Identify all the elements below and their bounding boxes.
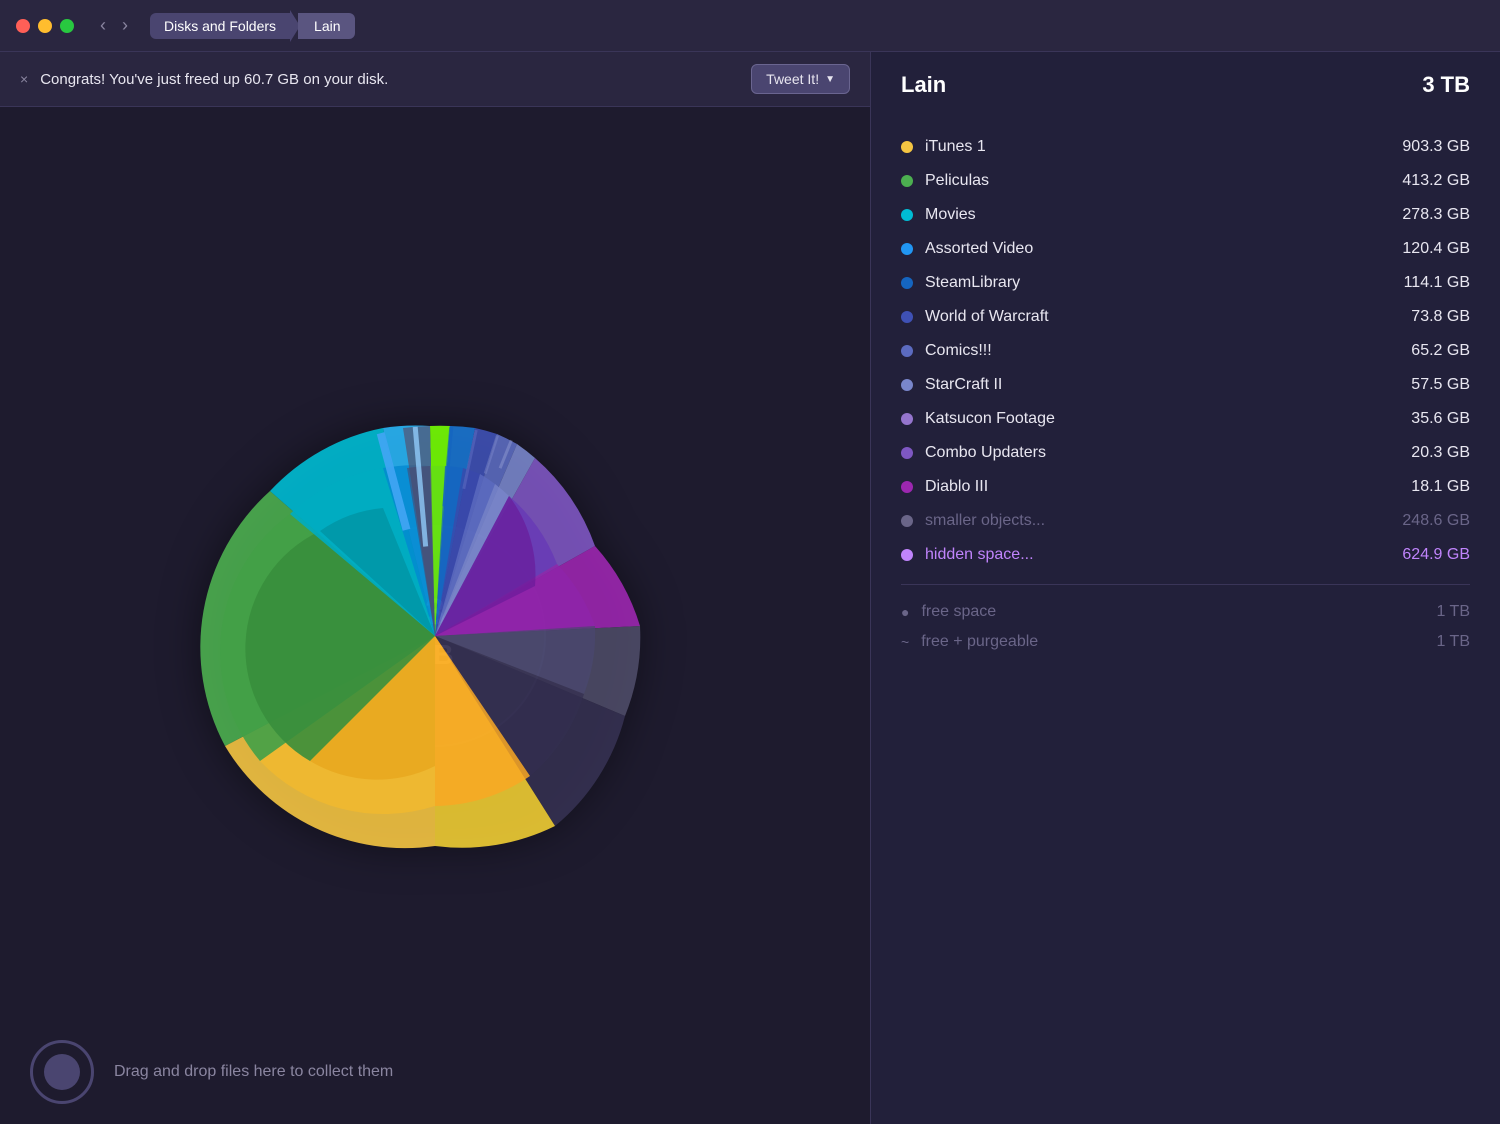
disk-item-dot-icon: [901, 175, 913, 187]
disk-item-size: 18.1 GB: [1370, 478, 1470, 496]
disk-item-name: smaller objects...: [925, 512, 1358, 530]
disk-item-size: 65.2 GB: [1370, 342, 1470, 360]
drop-zone[interactable]: Drag and drop files here to collect them: [0, 1020, 870, 1124]
disk-item-dot-icon: [901, 481, 913, 493]
free-item-size: 1 TB: [1437, 633, 1471, 651]
disk-item-dot-icon: [901, 413, 913, 425]
disk-item-size: 624.9 GB: [1370, 546, 1470, 564]
forward-button[interactable]: ›: [116, 13, 134, 38]
free-items-list: ● free space 1 TB ~ free + purgeable 1 TB: [901, 597, 1470, 657]
disk-item[interactable]: StarCraft II 57.5 GB: [901, 368, 1470, 402]
disk-item-size: 57.5 GB: [1370, 376, 1470, 394]
disk-item[interactable]: Combo Updaters 20.3 GB: [901, 436, 1470, 470]
tweet-button-label: Tweet It!: [766, 71, 819, 87]
notification-text: Congrats! You've just freed up 60.7 GB o…: [40, 71, 388, 88]
close-window-button[interactable]: [16, 19, 30, 33]
chart-area: × Congrats! You've just freed up 60.7 GB…: [0, 52, 870, 1124]
disk-item-name: Diablo III: [925, 478, 1358, 496]
disk-item-name: StarCraft II: [925, 376, 1358, 394]
disk-items-list: iTunes 1 903.3 GB Peliculas 413.2 GB Movies 2…: [901, 130, 1470, 572]
disk-item-dot-icon: [901, 515, 913, 527]
drop-zone-inner-icon: [44, 1054, 80, 1090]
free-item-symbol: ●: [901, 604, 909, 620]
disk-item-dot-icon: [901, 277, 913, 289]
disk-item[interactable]: smaller objects... 248.6 GB: [901, 504, 1470, 538]
disk-item-dot-icon: [901, 379, 913, 391]
notification-bar: × Congrats! You've just freed up 60.7 GB…: [0, 52, 870, 107]
drop-zone-icon: [30, 1040, 94, 1104]
disk-item-name: Katsucon Footage: [925, 410, 1358, 428]
disk-item[interactable]: SteamLibrary 114.1 GB: [901, 266, 1470, 300]
disk-item-size: 120.4 GB: [1370, 240, 1470, 258]
disk-item-name: iTunes 1: [925, 138, 1358, 156]
disk-item-name: Comics!!!: [925, 342, 1358, 360]
disk-item[interactable]: Assorted Video 120.4 GB: [901, 232, 1470, 266]
disk-item-size: 114.1 GB: [1370, 274, 1470, 292]
sidebar-header: Lain 3 TB: [901, 72, 1470, 106]
disk-item-size: 20.3 GB: [1370, 444, 1470, 462]
free-item-name: free space: [921, 603, 1424, 621]
maximize-window-button[interactable]: [60, 19, 74, 33]
free-item-symbol: ~: [901, 634, 909, 650]
disk-item-size: 413.2 GB: [1370, 172, 1470, 190]
minimize-window-button[interactable]: [38, 19, 52, 33]
disk-item[interactable]: hidden space... 624.9 GB: [901, 538, 1470, 572]
drop-zone-text: Drag and drop files here to collect them: [114, 1063, 393, 1081]
breadcrumb: Disks and Folders Lain: [150, 10, 355, 42]
disk-item-size: 35.6 GB: [1370, 410, 1470, 428]
notification-content: × Congrats! You've just freed up 60.7 GB…: [20, 71, 388, 88]
main-content: × Congrats! You've just freed up 60.7 GB…: [0, 52, 1500, 1124]
nav-buttons: ‹ ›: [94, 13, 134, 38]
disk-item[interactable]: Diablo III 18.1 GB: [901, 470, 1470, 504]
disk-item[interactable]: Movies 278.3 GB: [901, 198, 1470, 232]
disk-item-size: 278.3 GB: [1370, 206, 1470, 224]
disk-item-dot-icon: [901, 243, 913, 255]
disk-item[interactable]: World of Warcraft 73.8 GB: [901, 300, 1470, 334]
free-item: ~ free + purgeable 1 TB: [901, 627, 1470, 657]
breadcrumb-root[interactable]: Disks and Folders: [150, 13, 290, 39]
disk-item-dot-icon: [901, 447, 913, 459]
disk-item[interactable]: iTunes 1 903.3 GB: [901, 130, 1470, 164]
disk-item-size: 73.8 GB: [1370, 308, 1470, 326]
free-item-size: 1 TB: [1437, 603, 1471, 621]
divider: [901, 584, 1470, 585]
traffic-lights: [16, 19, 74, 33]
disk-item-dot-icon: [901, 311, 913, 323]
titlebar: ‹ › Disks and Folders Lain: [0, 0, 1500, 52]
notification-close-button[interactable]: ×: [20, 71, 28, 87]
tweet-dropdown-arrow-icon: ▼: [825, 74, 835, 85]
disk-item-name: Peliculas: [925, 172, 1358, 190]
disk-item[interactable]: Katsucon Footage 35.6 GB: [901, 402, 1470, 436]
disk-item-dot-icon: [901, 345, 913, 357]
disk-item-name: Assorted Video: [925, 240, 1358, 258]
free-item: ● free space 1 TB: [901, 597, 1470, 627]
tweet-button[interactable]: Tweet It! ▼: [751, 64, 850, 94]
disk-item-dot-icon: [901, 209, 913, 221]
free-item-name: free + purgeable: [921, 633, 1424, 651]
disk-item-size: 903.3 GB: [1370, 138, 1470, 156]
sidebar-total: 3 TB: [1422, 72, 1470, 98]
disk-item[interactable]: Peliculas 413.2 GB: [901, 164, 1470, 198]
disk-item-name: Combo Updaters: [925, 444, 1358, 462]
sidebar-title: Lain: [901, 72, 946, 98]
disk-item-name: hidden space...: [925, 546, 1358, 564]
disk-item-dot-icon: [901, 549, 913, 561]
disk-item-size: 248.6 GB: [1370, 512, 1470, 530]
chart-container: 3 TB: [0, 107, 870, 1124]
disk-item-name: World of Warcraft: [925, 308, 1358, 326]
disk-item-dot-icon: [901, 141, 913, 153]
back-button[interactable]: ‹: [94, 13, 112, 38]
disk-item-name: Movies: [925, 206, 1358, 224]
breadcrumb-current[interactable]: Lain: [298, 13, 354, 39]
sunburst-chart: 3 TB: [135, 316, 735, 916]
disk-item[interactable]: Comics!!! 65.2 GB: [901, 334, 1470, 368]
sidebar: Lain 3 TB iTunes 1 903.3 GB Peliculas 413.2…: [870, 52, 1500, 1124]
disk-item-name: SteamLibrary: [925, 274, 1358, 292]
